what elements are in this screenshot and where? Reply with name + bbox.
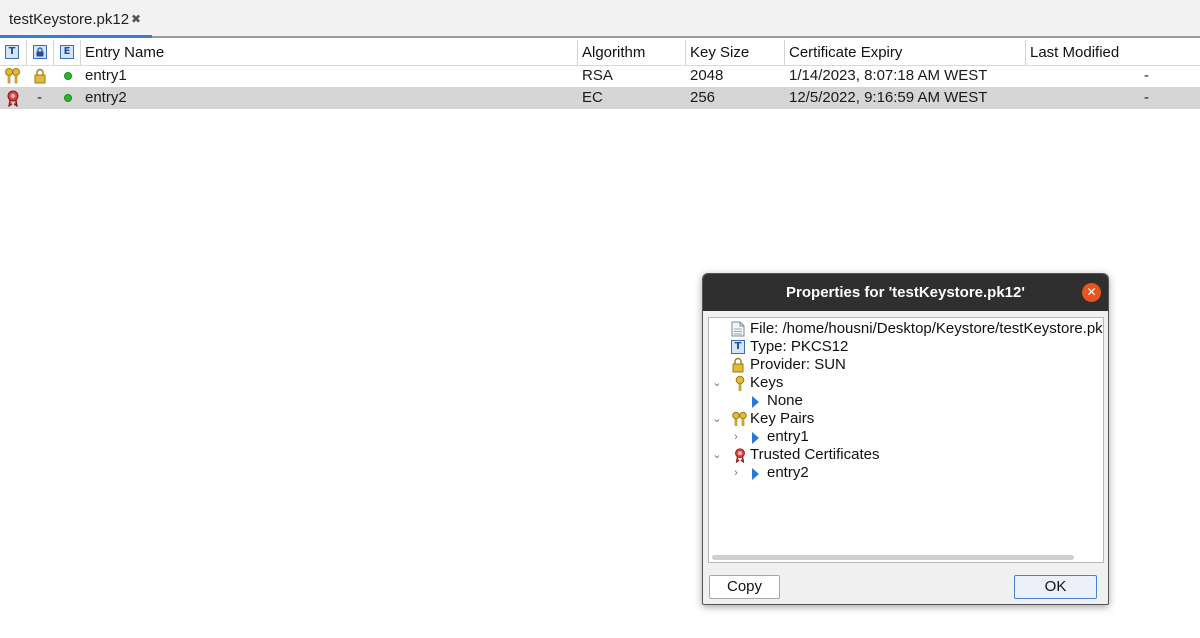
unlocked-lock-icon xyxy=(33,68,47,88)
dialog-title: Properties for 'testKeystore.pk12' xyxy=(786,284,1025,301)
copy-button[interactable]: Copy xyxy=(709,575,780,599)
file-icon xyxy=(731,321,745,342)
header-lock-column[interactable] xyxy=(27,40,54,65)
properties-dialog: Properties for 'testKeystore.pk12' ✕ Fil… xyxy=(702,273,1109,605)
header-last-modified[interactable]: Last Modified xyxy=(1026,40,1200,65)
entry-algorithm: RSA xyxy=(582,67,613,84)
dialog-titlebar[interactable]: Properties for 'testKeystore.pk12' xyxy=(703,274,1108,311)
type-icon: T xyxy=(731,340,745,354)
entry-last-modified: - xyxy=(1144,89,1149,106)
chevron-right-icon[interactable]: › xyxy=(731,428,741,446)
table-row[interactable]: entry1 RSA 2048 1/14/2023, 8:07:18 AM WE… xyxy=(0,65,1200,87)
tree-label: None xyxy=(767,392,803,409)
chevron-down-icon[interactable]: ⌄ xyxy=(712,410,722,428)
tab-title: testKeystore.pk12 xyxy=(9,11,130,28)
tree-label: Keys xyxy=(750,374,784,391)
tree-label: Key Pairs xyxy=(750,410,815,427)
key-pair-icon xyxy=(4,67,22,89)
header-certificate-expiry[interactable]: Certificate Expiry xyxy=(785,40,1026,65)
tab-strip: testKeystore.pk12 ✖ xyxy=(0,0,1200,38)
chevron-down-icon[interactable]: ⌄ xyxy=(712,374,722,392)
expiry-header-icon: E xyxy=(60,45,74,59)
type-header-icon: T xyxy=(5,45,19,59)
trusted-cert-icon xyxy=(4,89,22,111)
lock-status: - xyxy=(37,89,42,106)
horizontal-scrollbar[interactable] xyxy=(712,555,1074,560)
tree-label: entry1 xyxy=(767,428,809,445)
tree-label: File: /home/housni/Desktop/Keystore/test… xyxy=(750,320,1104,337)
lock-header-icon xyxy=(33,45,47,59)
arrow-icon xyxy=(751,467,760,485)
header-key-size[interactable]: Key Size xyxy=(686,40,785,65)
tree-label: Type: PKCS12 xyxy=(750,338,849,355)
header-algorithm[interactable]: Algorithm xyxy=(578,40,686,65)
status-ok-icon xyxy=(64,94,72,102)
close-icon: ✕ xyxy=(1086,285,1097,299)
entry-last-modified: - xyxy=(1144,67,1149,84)
ok-button[interactable]: OK xyxy=(1014,575,1097,599)
chevron-right-icon[interactable]: › xyxy=(731,464,741,482)
header-type-column[interactable]: T xyxy=(0,40,27,65)
tree-label: Provider: SUN xyxy=(750,356,846,373)
dialog-close-button[interactable]: ✕ xyxy=(1082,283,1101,302)
tree-label: Trusted Certificates xyxy=(750,446,880,463)
entry-key-size: 256 xyxy=(690,89,716,106)
tab-close-icon[interactable]: ✖ xyxy=(131,12,141,26)
entry-expiry: 1/14/2023, 8:07:18 AM WEST xyxy=(789,67,988,84)
entry-name: entry1 xyxy=(85,67,127,84)
key-icon xyxy=(734,375,746,396)
table-header: T E Entry Name Algorithm Key Size Certif… xyxy=(0,40,1200,66)
properties-tree[interactable]: File: /home/housni/Desktop/Keystore/test… xyxy=(708,317,1104,563)
status-ok-icon xyxy=(64,72,72,80)
entry-algorithm: EC xyxy=(582,89,603,106)
entry-expiry: 12/5/2022, 9:16:59 AM WEST xyxy=(789,89,988,106)
tab-testkeystore[interactable]: testKeystore.pk12 ✖ xyxy=(0,0,152,38)
entry-name: entry2 xyxy=(85,89,127,106)
entry-key-size: 2048 xyxy=(690,67,724,84)
table-row-selected[interactable]: - entry2 EC 256 12/5/2022, 9:16:59 AM WE… xyxy=(0,87,1200,109)
header-expiry-status-column[interactable]: E xyxy=(54,40,81,65)
tree-label: entry2 xyxy=(767,464,809,481)
header-entry-name[interactable]: Entry Name xyxy=(81,40,578,65)
chevron-down-icon[interactable]: ⌄ xyxy=(712,446,722,464)
